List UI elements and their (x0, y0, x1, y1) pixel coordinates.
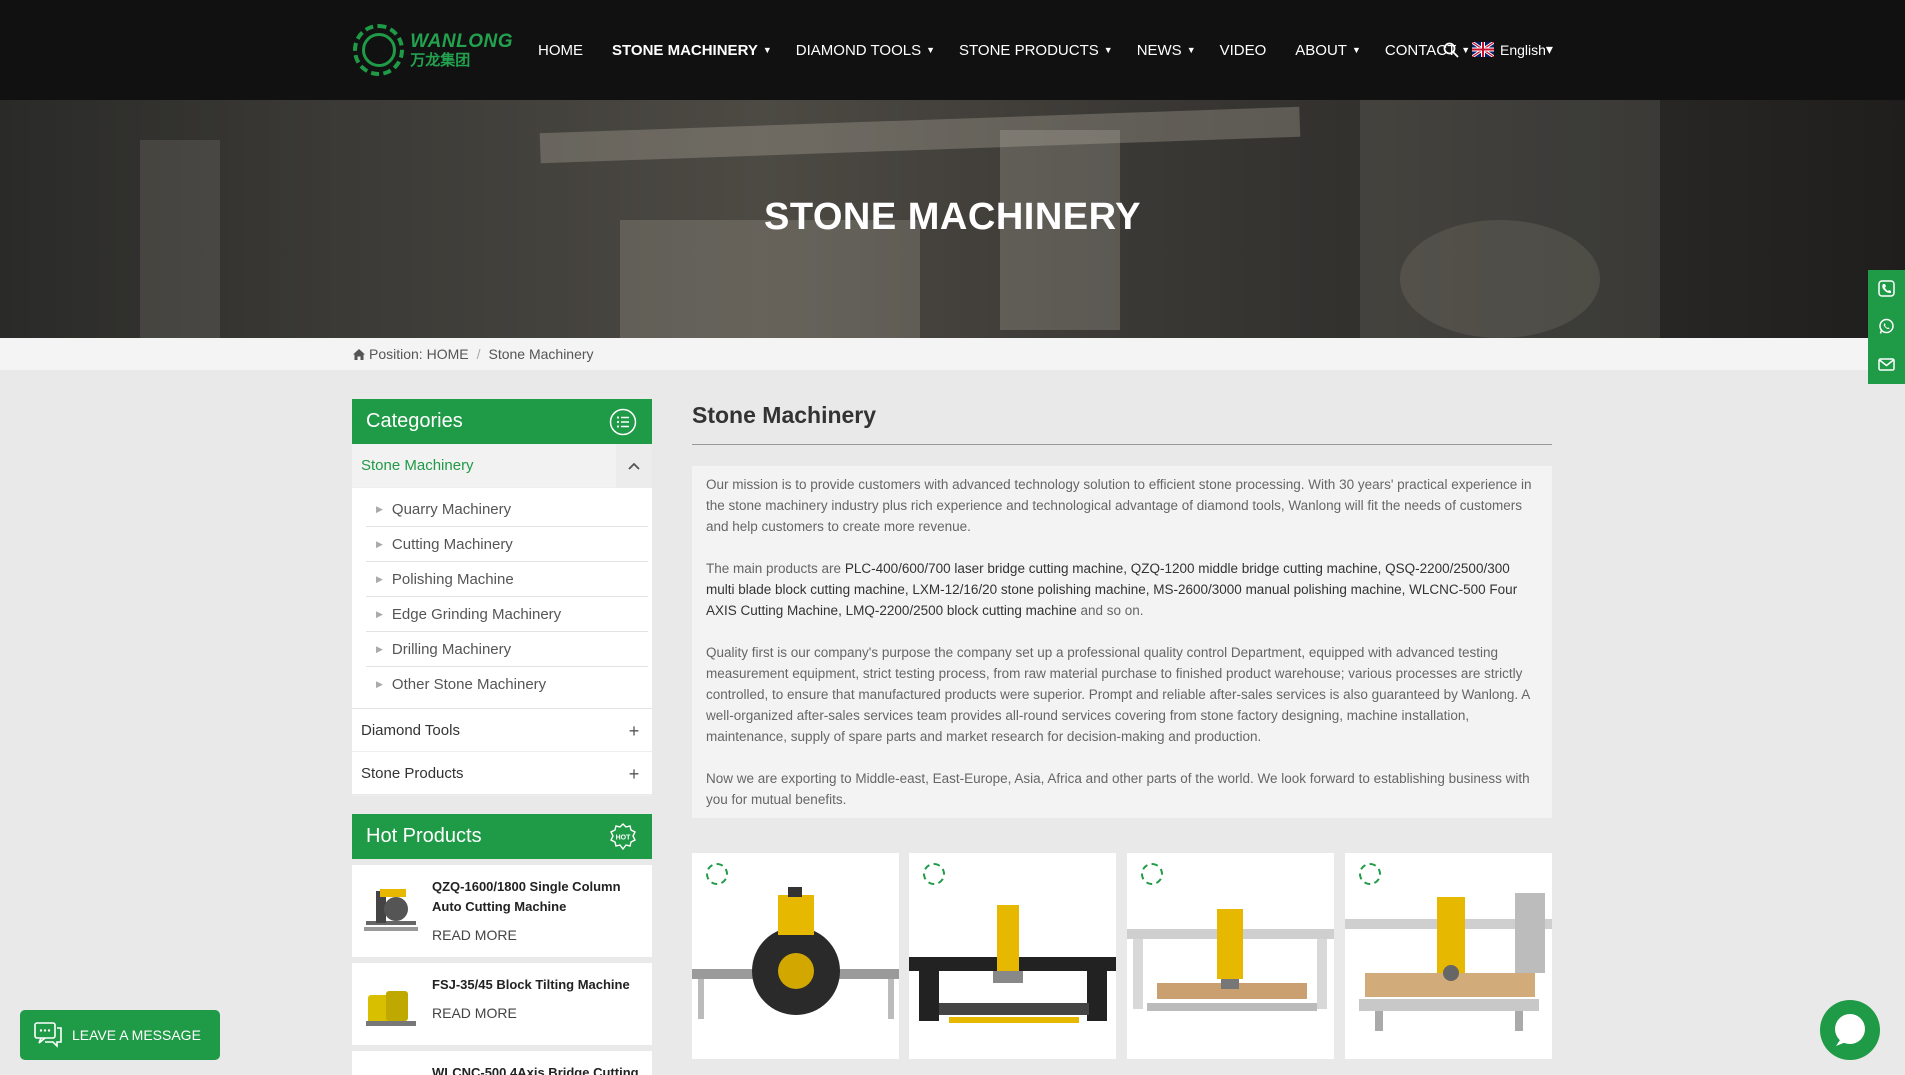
language-label: English (1500, 41, 1546, 58)
product-thumbnail (364, 889, 418, 931)
list-icon (609, 408, 637, 436)
subcategory-other[interactable]: ▶ Other Stone Machinery (366, 667, 648, 702)
page-title: STONE MACHINERY (764, 196, 1141, 238)
plus-icon[interactable]: + (616, 752, 652, 796)
live-chat-button[interactable] (1820, 1000, 1880, 1060)
chevron-down-icon: ▾ (1545, 41, 1553, 57)
intro-paragraph: The main products are PLC-400/600/700 la… (706, 561, 1518, 618)
phone-icon[interactable] (1878, 280, 1895, 297)
divider (692, 444, 1552, 445)
brand-mini-logo (706, 863, 728, 885)
hot-product-name[interactable]: QZQ-1600/1800 Single Column Auto Cutting… (432, 877, 642, 917)
categories-title: Categories (366, 410, 463, 432)
chevron-down-icon: ▼ (1186, 45, 1196, 55)
subcategory-edge-grinding[interactable]: ▶ Edge Grinding Machinery (366, 597, 648, 632)
brand-mini-logo (923, 863, 945, 885)
breadcrumb-prefix: Position: (369, 346, 423, 362)
read-more-link[interactable]: READ MORE (432, 1005, 517, 1021)
svg-text:HOT: HOT (616, 835, 632, 842)
subcategory-polishing[interactable]: ▶ Polishing Machine (366, 562, 648, 597)
intro-paragraph: Quality first is our company's purpose t… (706, 645, 1530, 744)
chat-icon (34, 1022, 62, 1048)
leave-message-label: LEAVE A MESSAGE (72, 1027, 201, 1043)
subcategory-quarry[interactable]: ▶ Quarry Machinery (366, 492, 648, 527)
hot-product-name[interactable]: WLCNC-500 4Axis Bridge Cutting (432, 1063, 642, 1075)
search-icon[interactable] (1443, 42, 1459, 58)
breadcrumb-bar: Position: HOME / Stone Machinery (0, 338, 1905, 370)
subcategory-list: ▶ Quarry Machinery ▶ Cutting Machinery ▶ Po… (352, 488, 652, 702)
nav-home[interactable]: HOME (538, 42, 588, 59)
logo-gear-icon (353, 24, 405, 76)
floating-contact-bar (1868, 270, 1905, 384)
breadcrumb-current: Stone Machinery (488, 346, 594, 362)
uk-flag-icon (1472, 42, 1494, 57)
caret-right-icon: ▶ (376, 538, 383, 549)
main-nav: HOME STONE MACHINERY ▼ DIAMOND TOOLS ▼ STO… (538, 0, 1494, 100)
hot-product-item[interactable]: QZQ-1600/1800 Single Column Auto Cutting… (352, 865, 652, 957)
site-logo[interactable]: WANLONG 万龙集团 (353, 24, 513, 76)
subcategory-cutting[interactable]: ▶ Cutting Machinery (366, 527, 648, 562)
hot-products-header: Hot Products HOT (352, 814, 652, 859)
whatsapp-icon[interactable] (1878, 318, 1895, 335)
site-header: WANLONG 万龙集团 HOME STONE MACHINERY ▼ DIAMO… (0, 0, 1905, 100)
intro-paragraph: Now we are exporting to Middle-east, Eas… (706, 771, 1530, 807)
category-stone-products[interactable]: Stone Products + (352, 752, 652, 796)
category-stone-machinery[interactable]: Stone Machinery (352, 444, 652, 488)
caret-right-icon: ▶ (376, 643, 383, 654)
logo-text-cn: 万龙集团 (410, 52, 471, 69)
hot-products-title: Hot Products (366, 825, 482, 847)
breadcrumb-separator: / (476, 346, 481, 362)
product-card[interactable] (692, 853, 899, 1059)
breadcrumb: Position: HOME / Stone Machinery (353, 346, 594, 362)
nav-diamond-tools[interactable]: DIAMOND TOOLS ▼ (796, 42, 935, 59)
hot-product-item[interactable]: WLCNC-500 4Axis Bridge Cutting (352, 1051, 652, 1075)
chevron-down-icon: ▼ (1351, 45, 1361, 55)
page-banner: STONE MACHINERY (0, 100, 1905, 338)
brand-mini-logo (1141, 863, 1163, 885)
nav-stone-machinery[interactable]: STONE MACHINERY ▼ (612, 42, 772, 59)
read-more-link[interactable]: READ MORE (432, 927, 517, 943)
chevron-up-icon[interactable] (616, 444, 652, 488)
nav-about[interactable]: ABOUT ▼ (1295, 42, 1361, 59)
product-card[interactable] (1127, 853, 1334, 1059)
brand-mini-logo (1359, 863, 1381, 885)
mail-icon[interactable] (1878, 356, 1895, 373)
caret-right-icon: ▶ (376, 608, 383, 619)
nav-news[interactable]: NEWS ▼ (1137, 42, 1196, 59)
chevron-down-icon: ▼ (762, 45, 772, 55)
chevron-down-icon: ▼ (926, 45, 936, 55)
product-image (1127, 909, 1334, 1011)
nav-video[interactable]: VIDEO (1220, 42, 1272, 59)
hot-badge-icon: HOT (610, 823, 636, 851)
intro-paragraph: Our mission is to provide customers with… (706, 477, 1532, 534)
chevron-down-icon: ▼ (1103, 45, 1113, 55)
subcategory-drilling[interactable]: ▶ Drilling Machinery (366, 632, 648, 667)
categories-list: Stone Machinery ▶ Quarry Machinery ▶ Cutti… (352, 444, 652, 796)
product-image (1345, 893, 1552, 1031)
caret-right-icon: ▶ (376, 573, 383, 584)
hot-product-item[interactable]: FSJ-35/45 Block Tilting Machine READ MOR… (352, 963, 652, 1045)
logo-text-en: WANLONG (410, 31, 513, 52)
caret-right-icon: ▶ (376, 679, 383, 689)
caret-right-icon: ▶ (376, 503, 383, 514)
section-title: Stone Machinery (692, 402, 877, 428)
home-icon (353, 348, 365, 360)
chat-bubble-icon (1835, 1014, 1865, 1046)
language-selector[interactable]: English ▾ (1472, 41, 1553, 58)
product-image (909, 905, 1116, 1023)
category-diamond-tools[interactable]: Diamond Tools + (352, 708, 652, 752)
product-card[interactable] (909, 853, 1116, 1059)
product-card[interactable] (1345, 853, 1552, 1059)
intro-text: Our mission is to provide customers with… (692, 466, 1552, 818)
breadcrumb-home-link[interactable]: HOME (427, 346, 469, 362)
chevron-down-icon: ▼ (1461, 45, 1471, 55)
product-thumbnail (366, 991, 416, 1026)
product-image (692, 887, 899, 1019)
categories-header: Categories (352, 399, 652, 444)
nav-stone-products[interactable]: STONE PRODUCTS ▼ (959, 42, 1113, 59)
leave-message-button[interactable]: LEAVE A MESSAGE (20, 1010, 220, 1060)
plus-icon[interactable]: + (616, 709, 652, 753)
hot-product-name[interactable]: FSJ-35/45 Block Tilting Machine (432, 975, 642, 995)
